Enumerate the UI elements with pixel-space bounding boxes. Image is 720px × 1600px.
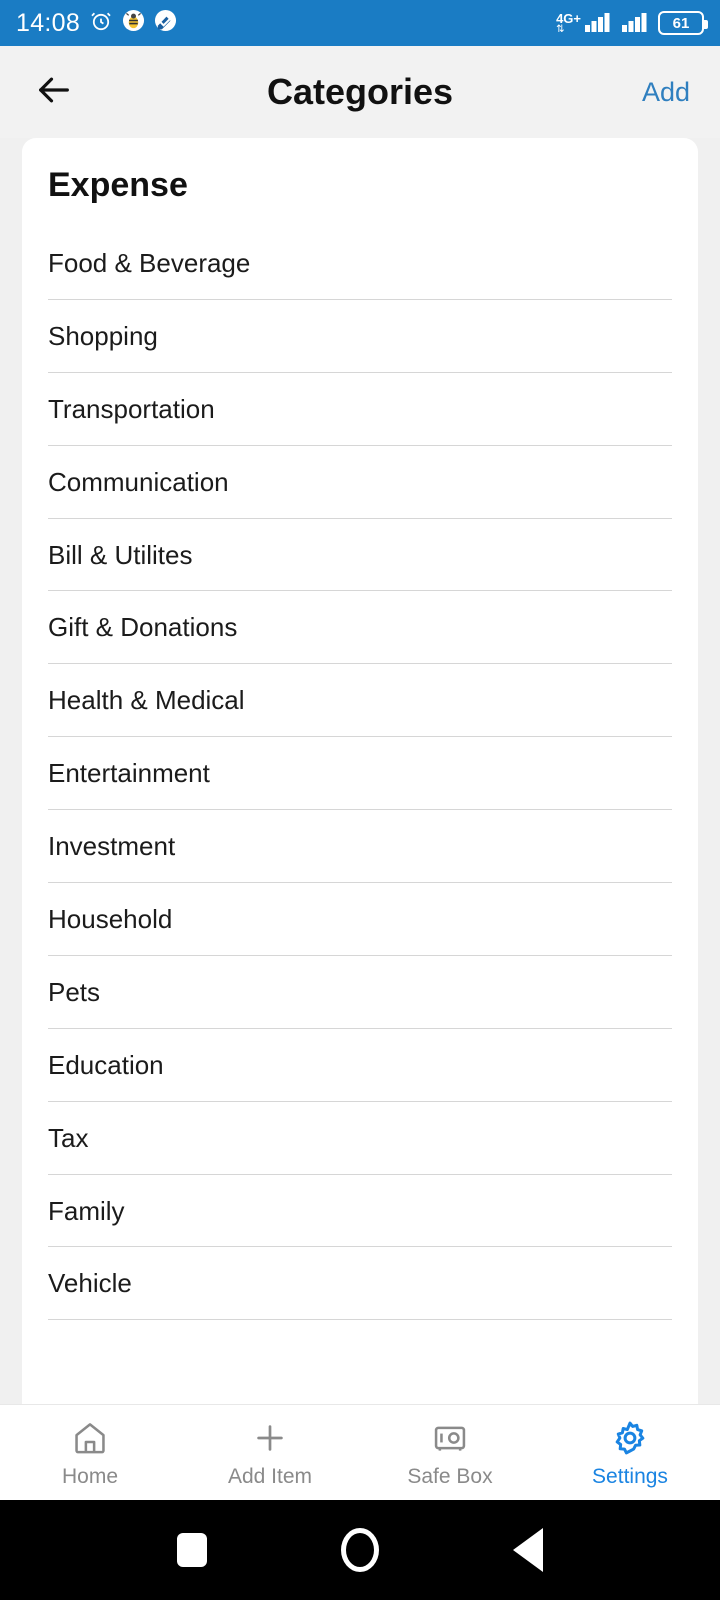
safe-box-icon [431, 1417, 469, 1459]
page-title: Categories [266, 71, 454, 112]
category-list-item[interactable]: Tax [48, 1102, 672, 1175]
category-list-item[interactable]: Household [48, 883, 672, 956]
android-navigation-bar [0, 1500, 720, 1600]
tab-label-home: Home [61, 1464, 119, 1488]
tab-label-safe-box: Safe Box [407, 1464, 493, 1488]
bottom-tab-bar: Home Add Item Safe Box Settings [0, 1404, 720, 1500]
category-list-item[interactable]: Communication [48, 446, 672, 519]
category-list-item[interactable]: Education [48, 1029, 672, 1102]
category-list-item[interactable]: Health & Medical [48, 664, 672, 738]
tab-safe-box[interactable]: Safe Box [360, 1405, 540, 1500]
category-list-item[interactable]: Gift & Donations [48, 591, 672, 665]
category-list-item[interactable]: Entertainment [48, 737, 672, 811]
status-bar-right: 4G+ ⇅ 61 [556, 9, 708, 38]
tab-home[interactable]: Home [0, 1405, 180, 1500]
category-list-item[interactable]: Pets [48, 956, 672, 1029]
status-bar: 14:08 4G+ ⇅ 61 [0, 0, 720, 46]
category-list-item[interactable]: Family [48, 1175, 672, 1248]
check-note-app-icon [154, 9, 177, 37]
back-button[interactable] [30, 68, 78, 116]
circle-home-icon[interactable] [341, 1528, 379, 1572]
back-arrow-icon [34, 70, 74, 115]
category-list-item[interactable]: Transportation [48, 373, 672, 446]
category-list-item[interactable]: Investment [48, 810, 672, 884]
data-transfer-arrows-icon: ⇅ [556, 23, 565, 35]
tab-label-add-item: Add Item [227, 1464, 313, 1488]
tab-add-item[interactable]: Add Item [180, 1405, 360, 1500]
add-button[interactable]: Add [642, 77, 690, 108]
signal-bars-sim2-icon [621, 9, 651, 38]
bee-app-icon [122, 9, 145, 37]
phone-screen: 14:08 4G+ ⇅ 61 Categories Add Expense Fo… [0, 0, 720, 1600]
alarm-clock-icon [89, 9, 113, 38]
battery-level-label: 61 [672, 14, 690, 32]
section-title-expense: Expense [48, 166, 188, 204]
category-list-item[interactable]: Shopping [48, 300, 672, 373]
network-type-indicator: 4G+ ⇅ [556, 10, 581, 35]
status-bar-left: 14:08 [16, 9, 177, 38]
battery-indicator-icon: 61 [658, 11, 708, 35]
category-list-item[interactable]: Vehicle [48, 1247, 672, 1321]
categories-card: Expense Food & Beverage Shopping Transport… [22, 138, 698, 1404]
tab-label-settings: Settings [592, 1464, 668, 1488]
gear-icon [611, 1417, 649, 1459]
status-bar-clock: 14:08 [16, 8, 81, 37]
app-header: Categories Add [0, 46, 720, 138]
category-list-item-clipped[interactable] [48, 1320, 672, 1342]
category-list-item[interactable]: Bill & Utilites [48, 519, 672, 592]
triangle-back-icon[interactable] [513, 1528, 543, 1572]
content-area: Expense Food & Beverage Shopping Transport… [0, 138, 720, 1404]
category-list: Food & Beverage Shopping Transportation Com… [48, 227, 672, 1342]
signal-bars-sim1-icon [584, 9, 614, 38]
plus-icon [251, 1417, 289, 1459]
category-list-item[interactable]: Food & Beverage [48, 227, 672, 300]
tab-settings[interactable]: Settings [540, 1405, 720, 1500]
square-recents-icon[interactable] [177, 1533, 207, 1567]
home-icon [71, 1417, 109, 1459]
